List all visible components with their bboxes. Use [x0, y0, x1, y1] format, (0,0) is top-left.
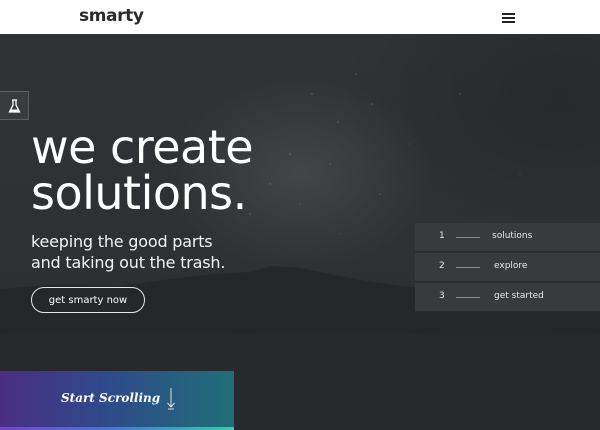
step-label: get started [494, 291, 544, 301]
step-item-get-started[interactable]: 3 get started [415, 283, 600, 312]
step-divider-line [456, 297, 480, 298]
step-number: 3 [439, 291, 445, 301]
hero-subheadline: keeping the good parts and taking out th… [31, 231, 225, 273]
headline-line-1: we create [31, 120, 254, 174]
step-label: explore [494, 261, 528, 271]
step-divider-line [456, 267, 480, 268]
subline-line-2: and taking out the trash. [31, 253, 226, 272]
flask-icon-tab[interactable] [0, 91, 29, 120]
arrow-down-icon [167, 388, 175, 410]
step-number: 1 [439, 231, 445, 241]
flask-icon [8, 99, 21, 113]
step-item-explore[interactable]: 2 explore [415, 253, 600, 282]
step-item-solutions[interactable]: 1 solutions [415, 223, 600, 252]
step-divider-line [456, 237, 480, 238]
step-label: solutions [492, 231, 533, 241]
start-scrolling-button[interactable]: Start Scrolling [0, 371, 234, 430]
start-scrolling-label: Start Scrolling [61, 391, 161, 405]
subline-line-1: keeping the good parts [31, 232, 213, 251]
headline-line-2: solutions. [31, 166, 247, 220]
hamburger-menu-icon[interactable] [502, 12, 515, 23]
get-smarty-button[interactable]: get smarty now [31, 287, 145, 313]
brand-logo[interactable]: smarty [79, 6, 144, 26]
hero-headline: we create solutions. [31, 120, 254, 220]
section-steps-nav: 1 solutions 2 explore 3 get started [415, 223, 600, 313]
step-number: 2 [439, 261, 445, 271]
top-header: smarty [0, 0, 600, 34]
